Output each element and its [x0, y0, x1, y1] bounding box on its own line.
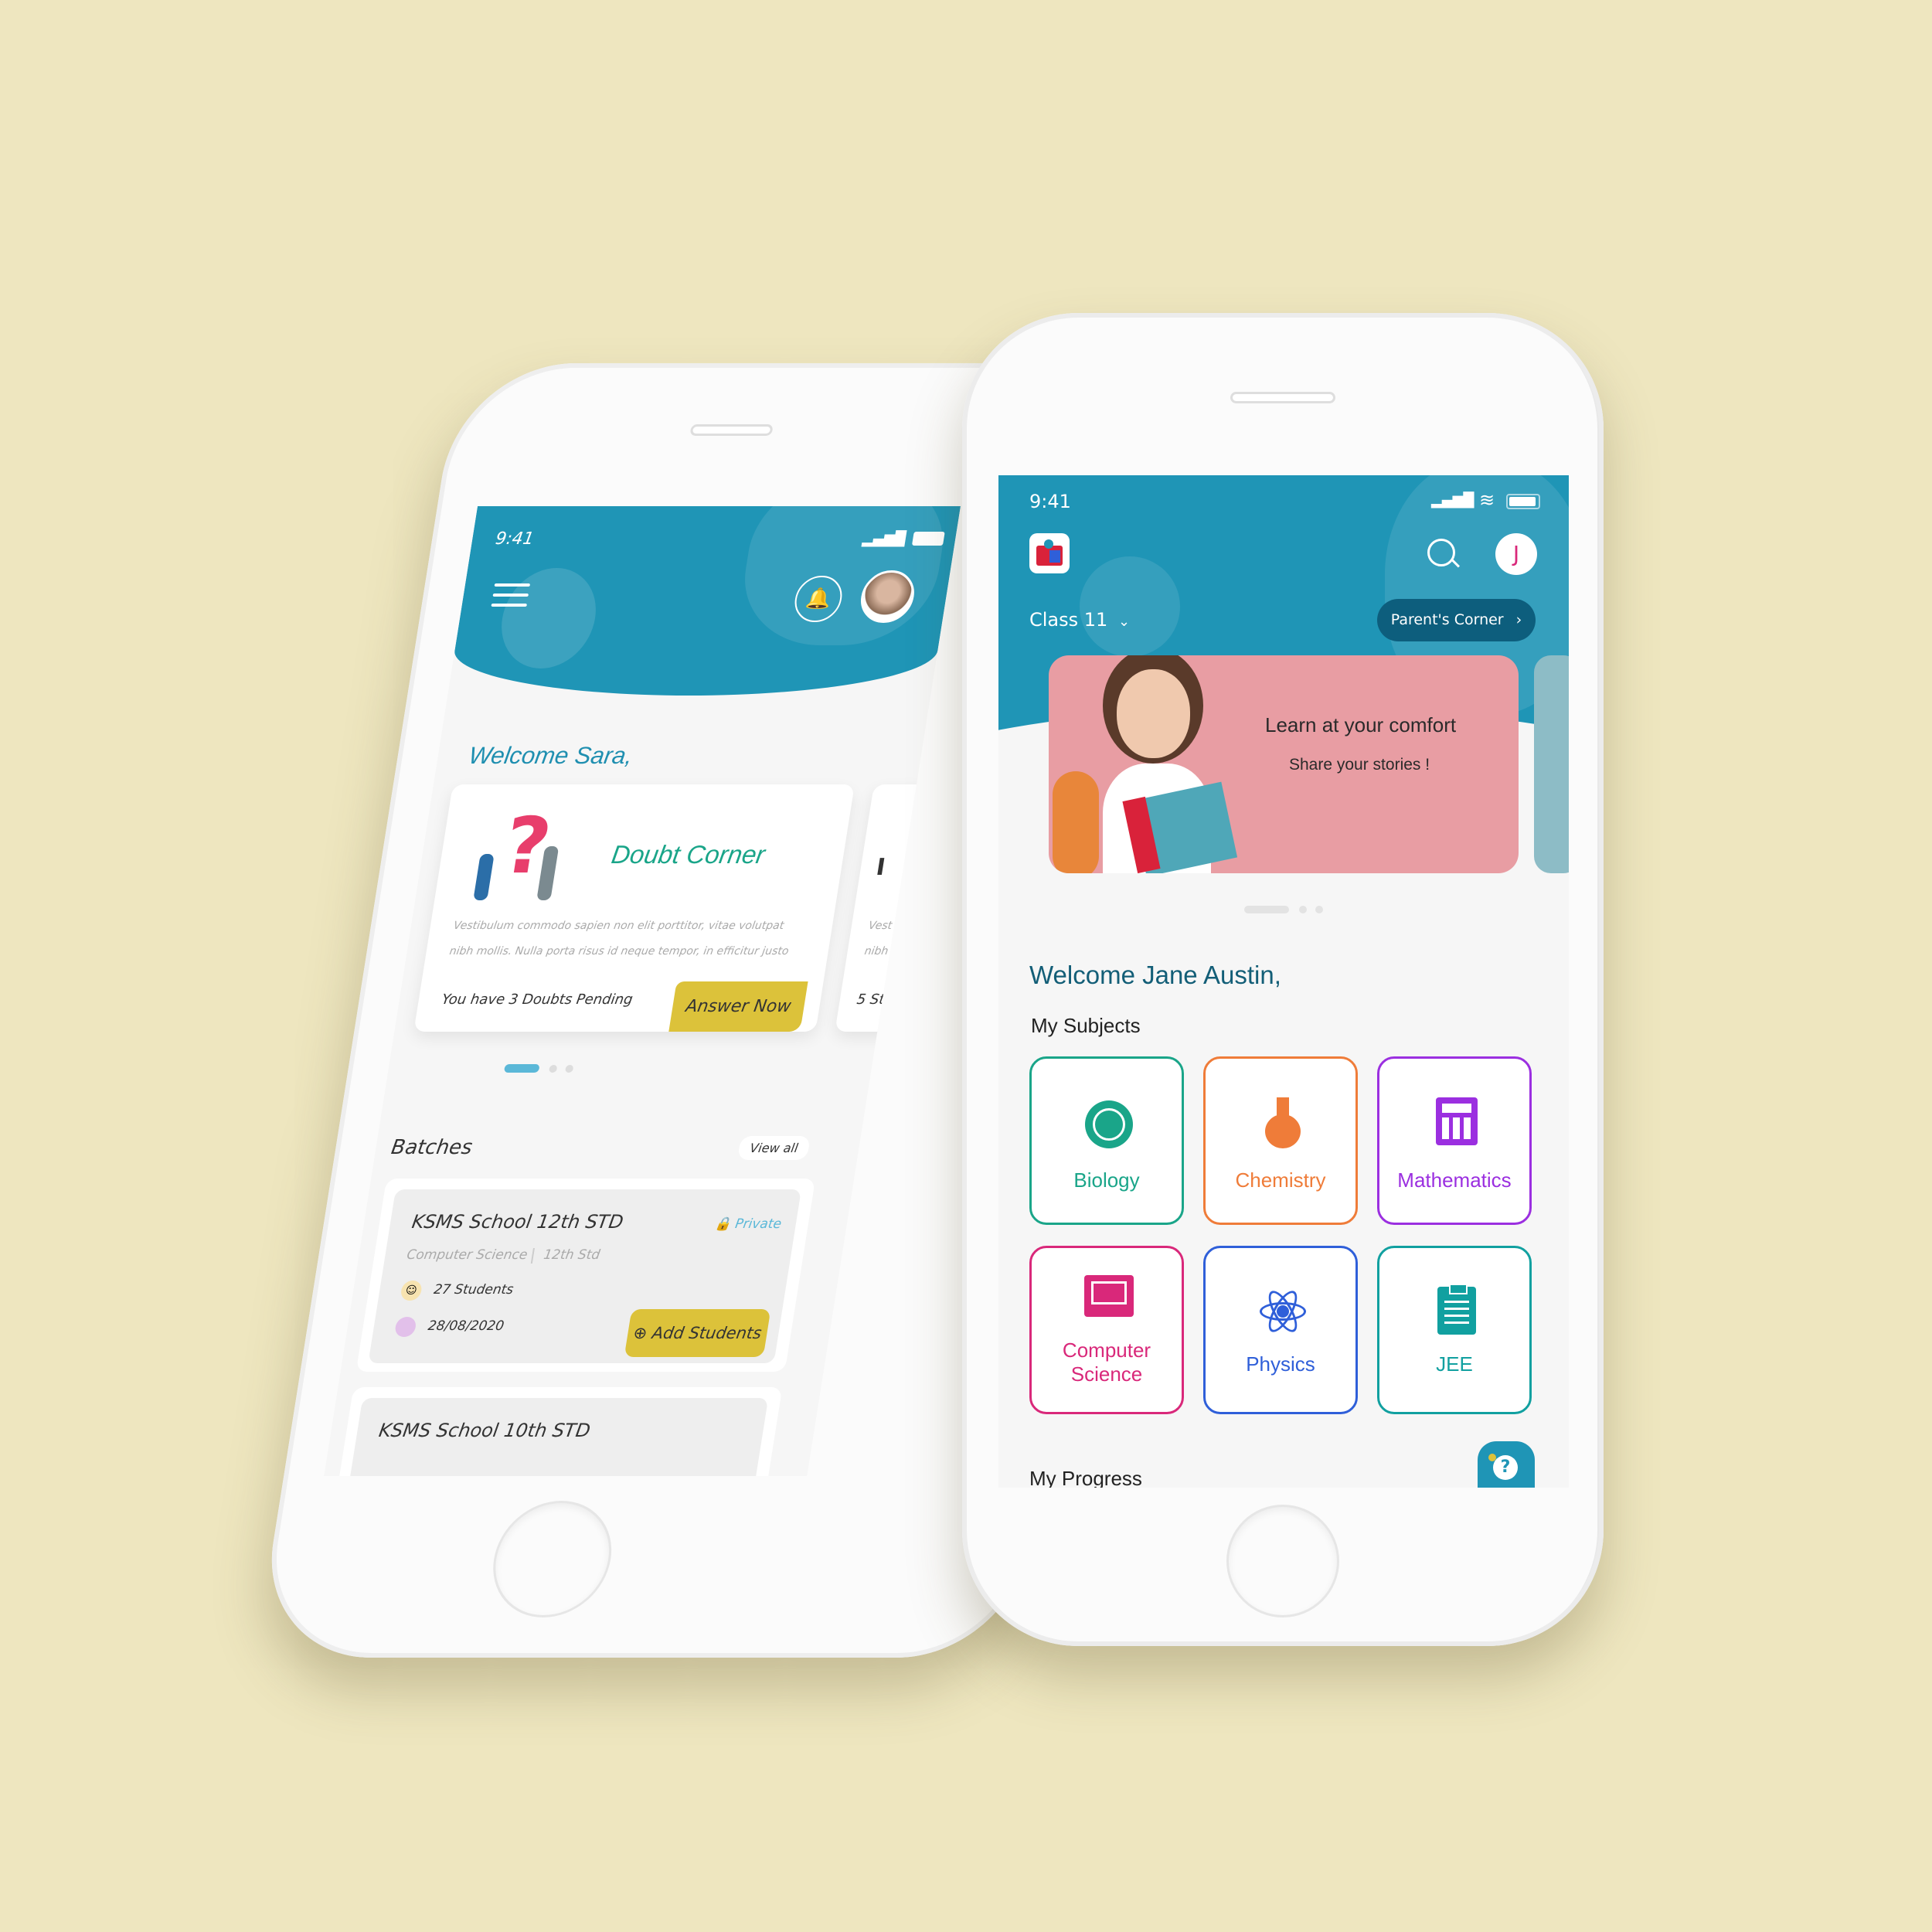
student-photo: [1049, 655, 1250, 873]
subject-tile-computer-science[interactable]: Computer Science: [1029, 1246, 1184, 1414]
batch-card[interactable]: KSMS School 12th STD 🔒 Private Computer …: [355, 1179, 816, 1372]
promo-banner[interactable]: Learn at your comfort Share your stories…: [1049, 655, 1519, 873]
batches-heading: Batches: [389, 1136, 474, 1159]
students-count: 27 Students: [432, 1282, 515, 1298]
batch-date: 28/08/2020: [427, 1318, 505, 1334]
wifi-icon: ≋: [1479, 489, 1495, 511]
signal-icon: ▂▄▆█: [861, 531, 907, 547]
speaker-slot: [1233, 394, 1333, 401]
carousel-dots: [1244, 902, 1324, 917]
divider: [530, 1248, 535, 1264]
notification-dot: [1488, 1454, 1496, 1461]
next-card-title: I: [874, 854, 887, 881]
subject-label: Mathematics: [1397, 1168, 1512, 1192]
plus-circle-icon: ⊕: [631, 1324, 649, 1342]
subject-tile-physics[interactable]: Physics: [1203, 1246, 1358, 1414]
battery-icon: [911, 532, 945, 546]
batch-name: KSMS School 12th STD: [410, 1211, 625, 1233]
answer-now-button[interactable]: Answer Now: [668, 981, 808, 1032]
subject-label: Chemistry: [1235, 1168, 1326, 1192]
signal-icon: ▂▄▆█: [1431, 492, 1475, 509]
batch-card-inner: KSMS School 12th STD 🔒 Private Computer …: [368, 1189, 801, 1363]
class-selector[interactable]: Class 11 ⌄: [1029, 609, 1130, 631]
progress-heading: My Progress: [1029, 1467, 1142, 1488]
parents-corner-label: Parent's Corner: [1390, 611, 1504, 628]
doubt-card[interactable]: ? Doubt Corner Vestibulum commodo sapien…: [413, 784, 855, 1032]
privacy-badge: 🔒 Private: [713, 1216, 782, 1232]
subject-tile-chemistry[interactable]: Chemistry: [1203, 1056, 1358, 1225]
home-button[interactable]: [487, 1503, 617, 1615]
batch-card[interactable]: KSMS School 10th STD: [336, 1387, 783, 1476]
biology-icon: [1085, 1100, 1133, 1148]
question-illustration: ?: [465, 801, 573, 900]
next-card-body1: Vest: [867, 920, 893, 932]
students-icon: ☺: [400, 1281, 423, 1301]
next-banner-peek[interactable]: [1534, 655, 1569, 873]
batch-name: KSMS School 10th STD: [377, 1420, 592, 1441]
header-blob: [1080, 556, 1180, 657]
next-card-body2: nibh: [863, 945, 889, 957]
app-logo-icon[interactable]: [1029, 533, 1070, 573]
chevron-down-icon: ⌄: [1117, 614, 1131, 630]
next-card[interactable]: I Vest nibh 5 St: [835, 784, 951, 1032]
help-button[interactable]: ?: [1478, 1441, 1535, 1488]
class-label: Class 11: [1029, 609, 1108, 631]
subject-tile-biology[interactable]: Biology: [1029, 1056, 1184, 1225]
add-students-label: Add Students: [651, 1324, 764, 1342]
banner-subtitle: Share your stories !: [1289, 756, 1430, 774]
subject-label-line1: Computer: [1062, 1338, 1151, 1362]
left-screen: 9:41 ▂▄▆█ 🔔 Welcome Sara, ? Doubt Corner…: [324, 506, 961, 1476]
view-all-link[interactable]: View all: [736, 1136, 811, 1160]
status-time: 9:41: [494, 529, 536, 549]
subject-tile-mathematics[interactable]: Mathematics: [1377, 1056, 1532, 1225]
banner-title: Learn at your comfort: [1265, 713, 1457, 736]
add-students-button[interactable]: ⊕ Add Students: [624, 1309, 771, 1357]
batch-subject: Computer Science: [405, 1247, 529, 1263]
subject-label: Biology: [1073, 1168, 1140, 1192]
welcome-heading: Welcome Jane Austin,: [1029, 961, 1281, 989]
clipboard-icon: [1437, 1284, 1476, 1335]
avatar[interactable]: J: [1495, 533, 1537, 575]
subject-label-line2: Science: [1070, 1362, 1143, 1386]
batch-card-inner: KSMS School 10th STD: [348, 1398, 769, 1476]
monitor-icon: [1084, 1275, 1134, 1317]
atom-icon: [1260, 1287, 1306, 1336]
battery-icon: [1506, 494, 1540, 509]
header-blob: [733, 506, 954, 645]
doubt-body-line2: nibh mollis. Nulla porta risus id neque …: [448, 945, 790, 957]
welcome-heading: Welcome Sara,: [467, 742, 635, 769]
subject-label: JEE: [1436, 1352, 1473, 1376]
doubt-body-line1: Vestibulum commodo sapien non elit portt…: [452, 920, 785, 932]
menu-icon[interactable]: [491, 583, 531, 607]
calculator-icon: [1436, 1097, 1478, 1145]
right-phone: 9:41 ▂▄▆█ ≋ J Class 11 ⌄ Parent's Corner…: [962, 313, 1604, 1646]
parents-corner-button[interactable]: Parent's Corner ›: [1377, 599, 1536, 641]
next-card-pending: 5 St: [855, 992, 886, 1008]
pending-text: You have 3 Doubts Pending: [440, 992, 634, 1008]
right-screen: 9:41 ▂▄▆█ ≋ J Class 11 ⌄ Parent's Corner…: [998, 475, 1569, 1488]
flask-icon: [1265, 1097, 1301, 1148]
status-time: 9:41: [1029, 491, 1071, 512]
privacy-label: Private: [733, 1216, 783, 1232]
batch-grade: 12th Std: [542, 1247, 601, 1263]
lock-icon: 🔒: [713, 1216, 733, 1232]
speaker-slot: [692, 427, 771, 434]
question-icon: ?: [1493, 1455, 1518, 1480]
doubt-title: Doubt Corner: [609, 840, 767, 869]
chevron-right-icon: ›: [1515, 611, 1522, 628]
carousel-dots: [503, 1061, 574, 1076]
subject-tile-jee[interactable]: JEE: [1377, 1246, 1532, 1414]
calendar-icon: [393, 1317, 417, 1337]
subjects-heading: My Subjects: [1031, 1014, 1141, 1037]
home-button[interactable]: [1229, 1507, 1337, 1615]
subject-label: Physics: [1246, 1352, 1315, 1376]
search-icon[interactable]: [1427, 539, 1455, 566]
